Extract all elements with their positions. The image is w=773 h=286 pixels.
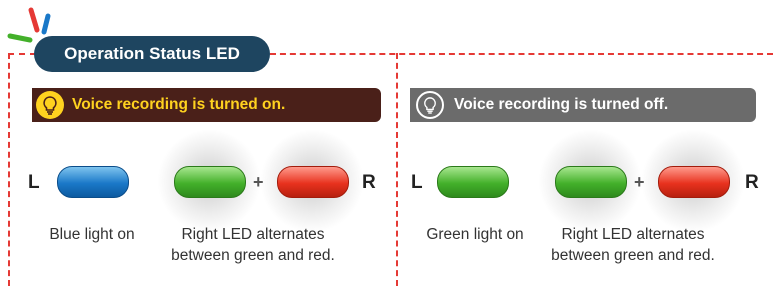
right-led-red <box>658 166 730 198</box>
frame-left-line <box>8 53 10 286</box>
right-led-red <box>277 166 349 198</box>
left-led-blue <box>57 166 129 198</box>
right-led-caption-line2: between green and red. <box>171 247 335 264</box>
frame-divider-line <box>396 53 398 286</box>
lightbulb-icon <box>416 91 444 119</box>
right-led-caption-line1: Right LED alternates <box>561 226 705 243</box>
left-side-label: L <box>411 172 423 193</box>
right-led-caption-line1: Right LED alternates <box>181 226 325 243</box>
page-title: Operation Status LED <box>34 36 270 72</box>
left-led-caption: Green light on <box>426 226 524 243</box>
left-led-green <box>437 166 509 198</box>
frame-top-line <box>270 53 773 55</box>
right-led-green <box>174 166 246 198</box>
right-side-label: R <box>745 172 759 193</box>
status-banner-recording-on: Voice recording is turned on. <box>32 88 381 122</box>
lightbulb-icon <box>36 91 64 119</box>
frame-top-left-line <box>8 53 36 55</box>
left-side-label: L <box>28 172 40 193</box>
status-banner-recording-off: Voice recording is turned off. <box>410 88 756 122</box>
left-led-caption: Blue light on <box>49 226 135 243</box>
right-led-caption-line2: between green and red. <box>551 247 715 264</box>
right-led-green <box>555 166 627 198</box>
right-side-label: R <box>362 172 376 193</box>
